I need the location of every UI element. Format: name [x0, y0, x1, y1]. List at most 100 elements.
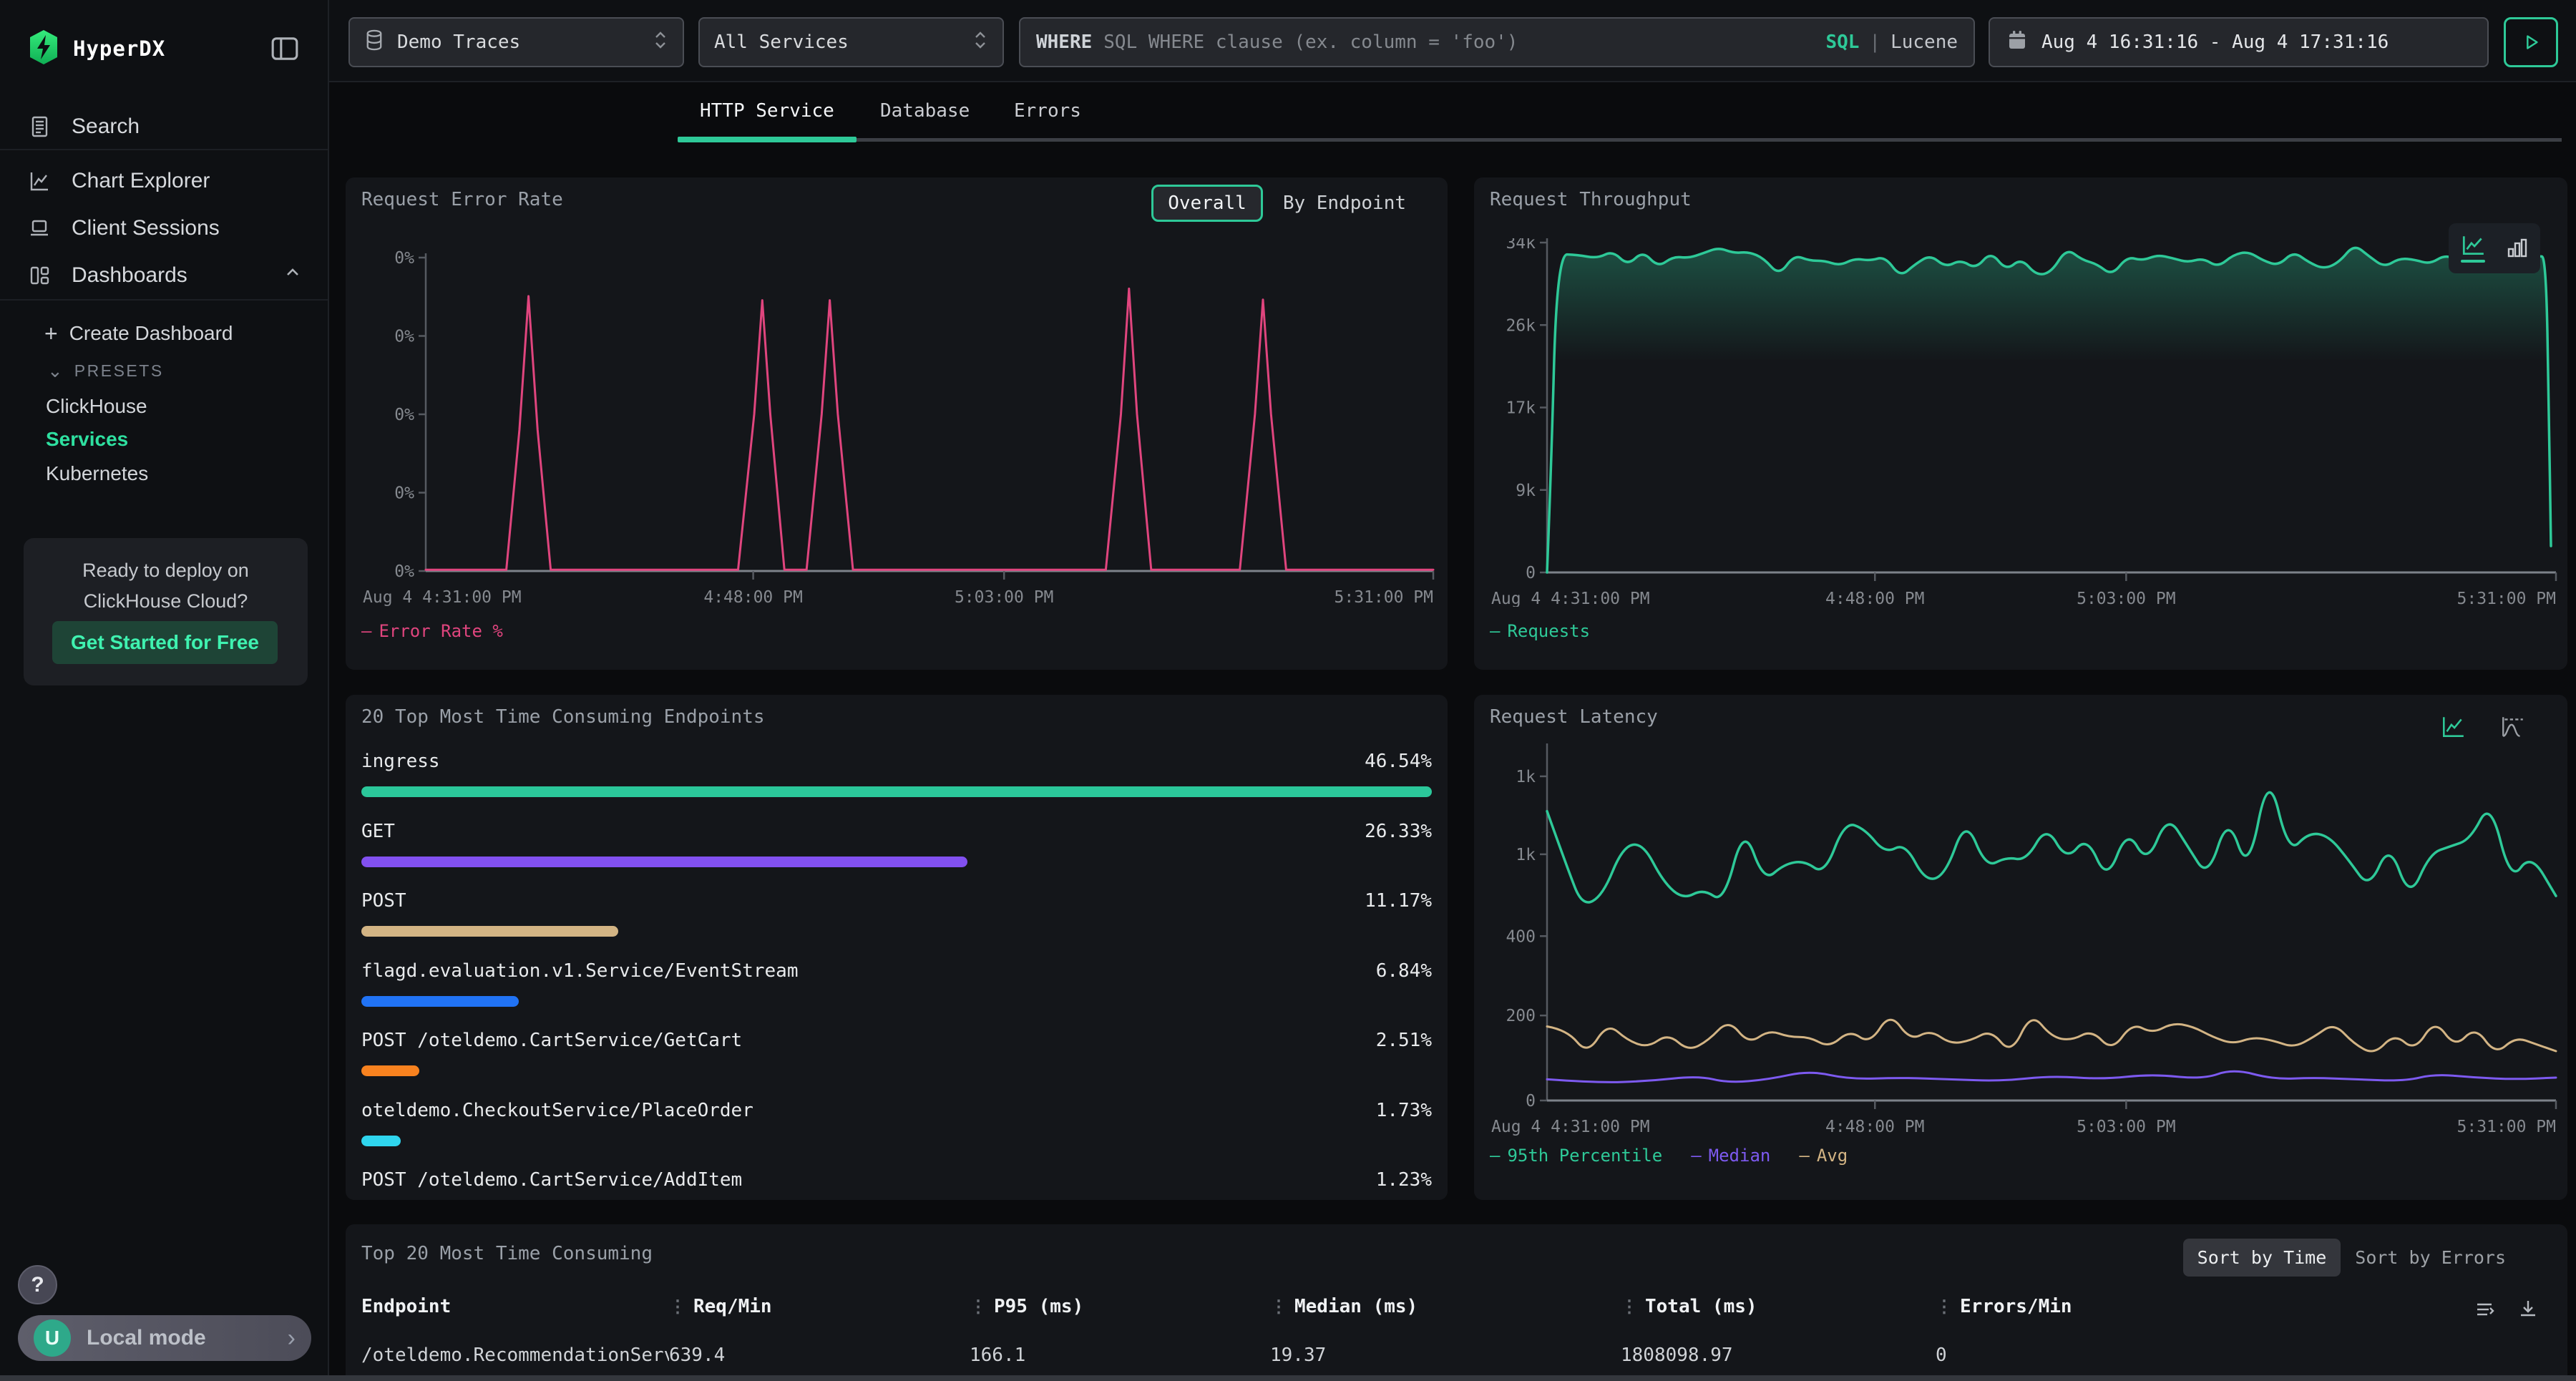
legend-item[interactable]: —Median: [1691, 1146, 1770, 1166]
column-drag-icon[interactable]: ⋮: [970, 1297, 987, 1317]
legend-label: Avg: [1817, 1146, 1848, 1166]
tab-track-line: [857, 138, 2562, 142]
sidebar-divider: [0, 299, 328, 301]
error-rate-chart[interactable]: 0%0%0%0%0%Aug 4 4:31:00 PM4:48:00 PM5:03…: [361, 249, 1435, 607]
user-avatar: U: [34, 1319, 71, 1357]
column-drag-icon[interactable]: ⋮: [1621, 1297, 1638, 1317]
panel-title: Request Throughput: [1490, 189, 1692, 210]
endpoints-list: ingress 46.54% GET 26.33% POST 11.17% fl…: [361, 746, 1432, 1200]
legend-item[interactable]: —Requests: [1490, 621, 1590, 641]
legend-item[interactable]: —95th Percentile: [1490, 1146, 1662, 1166]
tab-database[interactable]: Database: [880, 100, 970, 130]
table-header-cell[interactable]: Endpoint: [361, 1296, 669, 1317]
chart-type-toolbar: [2449, 223, 2540, 273]
legend-dash-icon: —: [361, 621, 371, 641]
throughput-legend: —Requests: [1490, 621, 1590, 641]
run-query-button[interactable]: [2504, 17, 2558, 67]
endpoint-percentage: 6.84%: [1376, 956, 1432, 986]
svg-text:400: 400: [1506, 927, 1536, 946]
source-select-value: Demo Traces: [397, 31, 520, 53]
source-select[interactable]: Demo Traces: [348, 17, 684, 67]
endpoint-list-item[interactable]: ingress 46.54%: [361, 746, 1432, 816]
sidebar-item-dashboards[interactable]: Dashboards: [0, 255, 328, 296]
sql-mode-toggle[interactable]: SQL: [1825, 31, 1859, 53]
sidebar-item-kubernetes[interactable]: Kubernetes: [0, 455, 328, 492]
lucene-mode-toggle[interactable]: Lucene: [1890, 31, 1958, 53]
create-dashboard-button[interactable]: + Create Dashboard: [0, 315, 328, 352]
table-row[interactable]: /oteldemo.RecommendationServ639.4166.119…: [361, 1345, 2544, 1366]
legend-item[interactable]: —Error Rate %: [361, 621, 503, 641]
line-chart-toggle-button[interactable]: [2460, 234, 2486, 263]
download-icon[interactable]: [2517, 1299, 2539, 1320]
sidebar-item-services[interactable]: Services: [0, 421, 328, 458]
endpoint-name: ingress: [361, 746, 440, 776]
preset-link-label: Kubernetes: [46, 462, 148, 485]
throughput-chart[interactable]: 34k26k17k9k0Aug 4 4:31:00 PM4:48:00 PM5:…: [1490, 238, 2563, 607]
service-select[interactable]: All Services: [698, 17, 1004, 67]
chevron-down-icon: ⌄: [47, 360, 63, 382]
svg-text:26k: 26k: [1506, 316, 1536, 335]
latency-chart[interactable]: 1k1k4002000Aug 4 4:31:00 PM4:48:00 PM5:0…: [1490, 738, 2563, 1138]
svg-text:0: 0: [1526, 1092, 1536, 1111]
tab-http-service[interactable]: HTTP Service: [700, 100, 834, 130]
endpoint-percentage: 1.73%: [1376, 1095, 1432, 1126]
table-header-cell[interactable]: ⋮Median (ms): [1270, 1296, 1621, 1317]
search-logs-icon: [27, 114, 53, 139]
svg-text:0%: 0%: [394, 249, 414, 268]
plus-icon: +: [44, 321, 58, 347]
time-range-picker[interactable]: Aug 4 16:31:16 - Aug 4 17:31:16: [1989, 17, 2489, 67]
sidebar-item-client-sessions[interactable]: Client Sessions: [0, 208, 328, 249]
table-header-cell[interactable]: ⋮Errors/Min: [1936, 1296, 2544, 1317]
column-drag-icon[interactable]: ⋮: [1270, 1297, 1287, 1317]
column-drag-icon[interactable]: ⋮: [1936, 1297, 1953, 1317]
endpoint-list-item[interactable]: POST /oteldemo.CartService/AddItem 1.23%: [361, 1165, 1432, 1200]
svg-text:5:03:00 PM: 5:03:00 PM: [2077, 590, 2175, 607]
sidebar-item-clickhouse[interactable]: ClickHouse: [0, 388, 328, 425]
presets-toggle[interactable]: ⌄ PRESETS: [0, 352, 328, 389]
line-chart-toggle-button[interactable]: [2440, 715, 2466, 739]
endpoint-list-item[interactable]: POST /oteldemo.CartService/GetCart 2.51%: [361, 1025, 1432, 1095]
legend-dash-icon: —: [1490, 621, 1500, 641]
local-mode-label: Local mode: [87, 1326, 272, 1350]
table-header-cell[interactable]: ⋮P95 (ms): [970, 1296, 1270, 1317]
where-input[interactable]: WHERE SQL WHERE clause (ex. column = 'fo…: [1019, 17, 1975, 67]
endpoint-percentage: 46.54%: [1365, 746, 1432, 776]
endpoint-list-item[interactable]: POST 11.17%: [361, 886, 1432, 956]
overall-toggle-button[interactable]: Overall: [1151, 185, 1263, 222]
tab-errors[interactable]: Errors: [1014, 100, 1081, 130]
endpoint-name: POST: [361, 886, 406, 916]
column-settings-icon[interactable]: [2474, 1299, 2496, 1320]
table-header-icons: [2474, 1299, 2539, 1320]
endpoint-list-item[interactable]: flagd.evaluation.v1.Service/EventStream …: [361, 956, 1432, 1026]
error-rate-legend: —Error Rate %: [361, 621, 503, 641]
sidebar-item-chart-explorer[interactable]: Chart Explorer: [0, 160, 328, 202]
table-header-cell[interactable]: ⋮Total (ms): [1621, 1296, 1936, 1317]
table-header-cell[interactable]: ⋮Req/Min: [669, 1296, 970, 1317]
panel-top20-table: Top 20 Most Time Consuming Sort by Time …: [346, 1224, 2567, 1381]
table-cell: 1808098.97: [1621, 1345, 1936, 1366]
sidebar-item-label: Chart Explorer: [72, 169, 210, 193]
sidebar-item-search[interactable]: Search: [0, 106, 328, 147]
endpoint-bar: [361, 786, 1432, 797]
endpoint-name: oteldemo.CheckoutService/PlaceOrder: [361, 1095, 753, 1126]
endpoint-list-item[interactable]: oteldemo.CheckoutService/PlaceOrder 1.73…: [361, 1095, 1432, 1166]
sort-by-time-button[interactable]: Sort by Time: [2183, 1239, 2341, 1277]
histogram-toggle-button[interactable]: [2500, 715, 2526, 739]
table-cell: 19.37: [1270, 1345, 1621, 1366]
promo-text-line2: ClickHouse Cloud?: [24, 590, 308, 613]
legend-item[interactable]: —Avg: [1799, 1146, 1848, 1166]
sidebar-item-label: Client Sessions: [72, 216, 220, 240]
help-button[interactable]: ?: [18, 1265, 57, 1304]
horizontal-scrollbar[interactable]: [0, 1375, 2576, 1381]
column-drag-icon[interactable]: ⋮: [669, 1297, 686, 1317]
active-chart-type-indicator: [2461, 260, 2485, 263]
panel-top-endpoints: 20 Top Most Time Consuming Endpoints ing…: [346, 695, 1448, 1200]
local-mode-button[interactable]: U Local mode ›: [18, 1315, 311, 1361]
bar-chart-toggle-button[interactable]: [2504, 237, 2529, 260]
endpoint-list-item[interactable]: GET 26.33%: [361, 816, 1432, 887]
app-title: HyperDX: [73, 36, 165, 61]
sort-by-errors-button[interactable]: Sort by Errors: [2341, 1239, 2520, 1277]
get-started-button[interactable]: Get Started for Free: [52, 621, 278, 664]
by-endpoint-toggle-button[interactable]: By Endpoint: [1283, 192, 1406, 214]
sidebar-collapse-icon[interactable]: [269, 33, 301, 67]
